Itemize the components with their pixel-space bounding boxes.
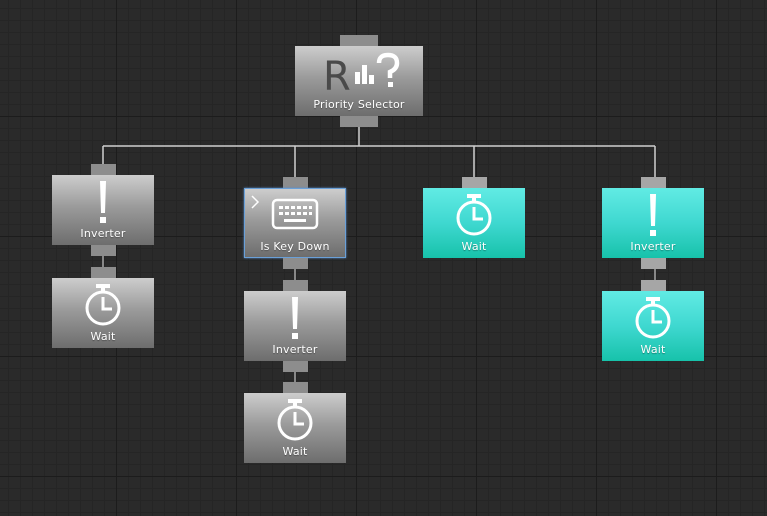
node-input-port[interactable]	[283, 177, 308, 188]
node-input-port[interactable]	[641, 280, 666, 291]
node-label: Wait	[640, 343, 666, 356]
inverter-node[interactable]: Inverter	[244, 280, 346, 372]
chevron-right-icon[interactable]	[250, 194, 260, 210]
node-output-port[interactable]	[91, 245, 116, 256]
exclamation-icon	[650, 194, 656, 236]
node-output-port[interactable]	[283, 361, 308, 372]
node-input-port[interactable]	[340, 35, 378, 46]
node-label: Wait	[282, 445, 308, 458]
is-key-down-node[interactable]: Is Key Down	[244, 177, 346, 269]
exclamation-icon	[292, 297, 298, 339]
behavior-tree-canvas[interactable]: R Priority Selector Inverter Wait Is Key…	[0, 0, 767, 516]
node-label: Wait	[90, 330, 116, 343]
stopwatch-icon	[85, 284, 121, 326]
node-output-port[interactable]	[340, 116, 378, 127]
node-label: Priority Selector	[313, 98, 405, 111]
node-input-port[interactable]	[641, 177, 666, 188]
exclamation-icon	[100, 181, 106, 223]
stopwatch-icon	[635, 297, 671, 339]
node-output-port[interactable]	[283, 258, 308, 269]
node-label: Is Key Down	[260, 240, 330, 253]
node-input-port[interactable]	[91, 164, 116, 175]
node-label: Wait	[461, 240, 487, 253]
node-label: Inverter	[630, 240, 676, 253]
node-input-port[interactable]	[283, 280, 308, 291]
wait-node[interactable]: Wait	[244, 382, 346, 463]
inverter-node[interactable]: Inverter	[602, 177, 704, 269]
node-input-port[interactable]	[283, 382, 308, 393]
stopwatch-icon	[456, 194, 492, 236]
node-label: Inverter	[272, 343, 318, 356]
node-input-port[interactable]	[462, 177, 487, 188]
node-label: Inverter	[80, 227, 126, 240]
priority-selector-node[interactable]: R Priority Selector	[295, 35, 423, 127]
wait-node[interactable]: Wait	[52, 267, 154, 348]
priority-selector-icon-text: R	[323, 54, 351, 96]
wait-node[interactable]: Wait	[602, 280, 704, 361]
wait-node[interactable]: Wait	[423, 177, 525, 258]
node-input-port[interactable]	[91, 267, 116, 278]
priority-selector-icon: R	[323, 52, 400, 96]
stopwatch-icon	[277, 399, 313, 441]
inverter-node[interactable]: Inverter	[52, 164, 154, 256]
keyboard-icon	[271, 198, 319, 230]
node-output-port[interactable]	[641, 258, 666, 269]
